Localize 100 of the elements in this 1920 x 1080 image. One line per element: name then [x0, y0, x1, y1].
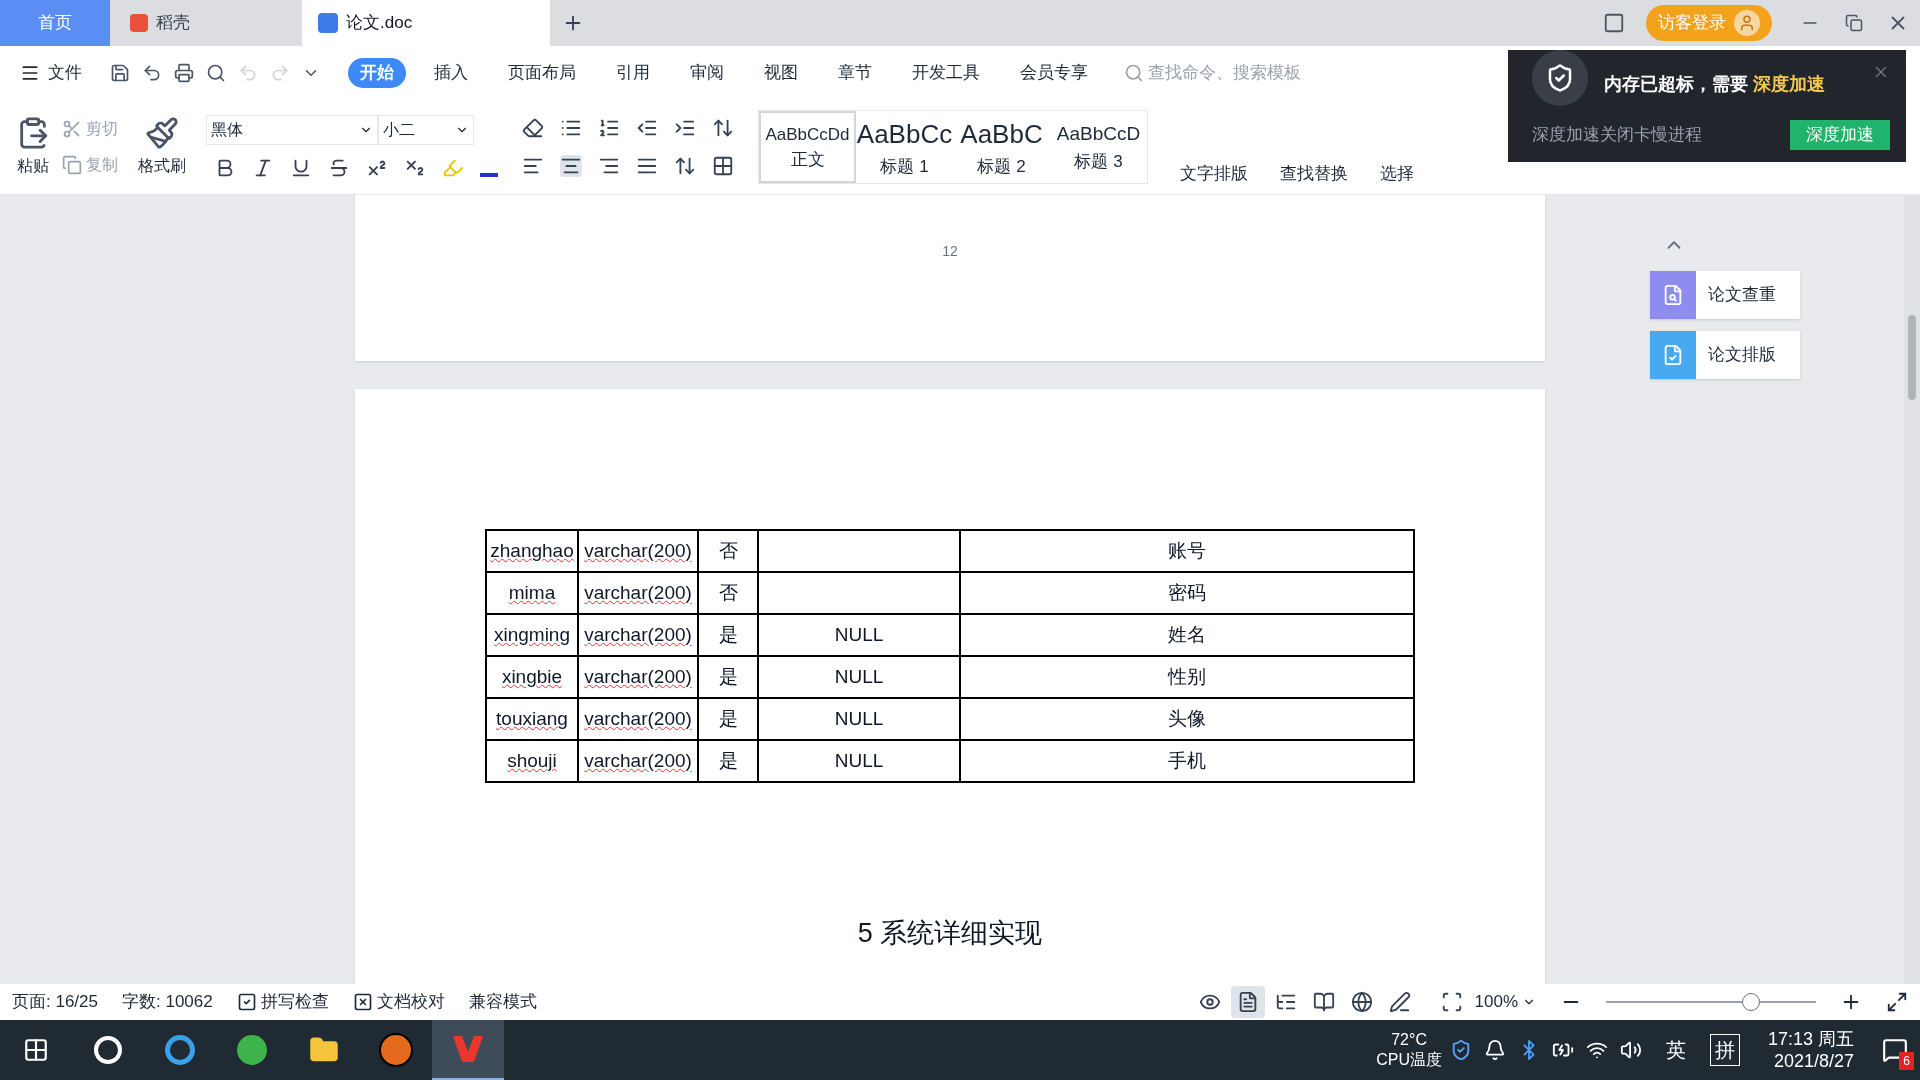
- word-count[interactable]: 字数: 10062: [122, 989, 213, 1015]
- style-preset[interactable]: AaBbCcDd 正文: [759, 111, 856, 183]
- table-cell: NULL: [758, 740, 960, 782]
- table-cell: NULL: [758, 656, 960, 698]
- copy-icon: [62, 155, 82, 175]
- table-cell: zhanghao: [486, 530, 578, 572]
- fullscreen-icon[interactable]: [1886, 991, 1908, 1013]
- document-icon: [318, 13, 338, 33]
- x-box-icon: [352, 992, 373, 1012]
- side-panel-button[interactable]: 论文查重: [1650, 271, 1800, 319]
- document-tab[interactable]: 论文.doc: [302, 0, 550, 46]
- ribbon-tab[interactable]: 会员专享: [1008, 58, 1100, 88]
- paintbrush-icon: [145, 116, 179, 150]
- popup-message: 内存已超标，需要 深度加速: [1604, 72, 1825, 96]
- fit-page-icon[interactable]: [1440, 991, 1463, 1013]
- page-number: 12: [942, 242, 958, 261]
- table-cell: 姓名: [960, 614, 1414, 656]
- table-cell: 否: [698, 572, 758, 614]
- table-cell: varchar(200): [578, 698, 698, 740]
- cpu-temperature: 72°C: [1391, 1030, 1427, 1050]
- ribbon-tab[interactable]: 章节: [826, 58, 884, 88]
- eraser-icon[interactable]: [522, 117, 544, 139]
- checkbox-icon: [236, 992, 257, 1012]
- table-cell: 账号: [960, 530, 1414, 572]
- table-cell: 是: [698, 698, 758, 740]
- ribbon-tab[interactable]: 引用: [604, 58, 662, 88]
- avatar-icon: [1734, 10, 1760, 36]
- table-cell: 手机: [960, 740, 1414, 782]
- flame-icon: [130, 14, 148, 32]
- page-view-icon[interactable]: [1230, 986, 1265, 1018]
- print-icon[interactable]: [174, 63, 194, 83]
- table-cell: 是: [698, 656, 758, 698]
- underline-icon[interactable]: [290, 157, 312, 179]
- table-cell: varchar(200): [578, 530, 698, 572]
- table-cell: varchar(200): [578, 740, 698, 782]
- sort-icon[interactable]: [712, 117, 734, 139]
- ribbon-tool[interactable]: 文字排版: [1180, 160, 1248, 186]
- compatibility-mode: 兼容模式: [468, 991, 537, 1014]
- proofread-button[interactable]: 文档校对: [352, 989, 445, 1015]
- table-cell: touxiang: [486, 698, 578, 740]
- borders-icon[interactable]: [712, 155, 734, 177]
- slider-thumb[interactable]: [1741, 993, 1760, 1011]
- table-cell: mima: [486, 572, 578, 614]
- table-cell: 密码: [960, 572, 1414, 614]
- table-cell: xingbie: [486, 656, 578, 698]
- spell-check-button[interactable]: 拼写检查: [236, 989, 329, 1015]
- ribbon-tab[interactable]: 插入: [422, 58, 480, 88]
- scissors-icon: [62, 119, 82, 139]
- table-cell: varchar(200): [578, 656, 698, 698]
- font-dropdown[interactable]: 黑体: [206, 115, 378, 145]
- table-cell: varchar(200): [578, 572, 698, 614]
- cpu-temperature-label: CPU温度: [1376, 1050, 1442, 1070]
- table-cell: varchar(200): [578, 614, 698, 656]
- search-icon: [1124, 63, 1144, 83]
- page-counter[interactable]: 页面: 16/25: [12, 989, 98, 1015]
- menu-icon: [20, 63, 40, 83]
- table-cell: xingming: [486, 614, 578, 656]
- table-cell: NULL: [758, 698, 960, 740]
- ribbon-tab[interactable]: 审阅: [678, 58, 736, 88]
- print-preview-icon[interactable]: [206, 63, 226, 83]
- ribbon-tab[interactable]: 开发工具: [900, 58, 992, 88]
- table-cell: 是: [698, 740, 758, 782]
- table-cell: NULL: [758, 614, 960, 656]
- file-menu[interactable]: 文件: [20, 60, 82, 86]
- table-cell: shouji: [486, 740, 578, 782]
- action-center-icon[interactable]: [1882, 1037, 1908, 1063]
- command-search-field[interactable]: 查找命令、搜索模板: [1124, 60, 1338, 86]
- table-cell: 头像: [960, 698, 1414, 740]
- system-clock[interactable]: 17:13 周五 2021/8/27: [1767, 1027, 1854, 1073]
- font-size-dropdown[interactable]: 小二: [378, 115, 474, 145]
- notification-badge: 6: [1899, 1052, 1914, 1070]
- save-icon[interactable]: [110, 63, 130, 83]
- ribbon-tool[interactable]: 选择: [1380, 160, 1414, 186]
- zoom-slider[interactable]: [1606, 992, 1816, 1012]
- scrollbar[interactable]: [1904, 195, 1920, 984]
- popup-subtext: 深度加速关闭卡慢进程: [1532, 124, 1702, 147]
- check-document-icon: [1650, 331, 1696, 379]
- line-spacing-icon[interactable]: [674, 155, 696, 177]
- wps-taskbar-icon[interactable]: [432, 1020, 504, 1080]
- section-heading: 5 系统详细实现: [857, 917, 1043, 950]
- notification-bell-icon[interactable]: [1483, 1039, 1506, 1061]
- ribbon-tab[interactable]: 视图: [752, 58, 810, 88]
- format-painter-button[interactable]: 格式刷: [138, 116, 186, 178]
- style-preset[interactable]: AaBbC 标题 2: [953, 111, 1050, 183]
- table-cell: 是: [698, 614, 758, 656]
- search-document-icon: [1650, 271, 1696, 319]
- align-center-icon[interactable]: [560, 155, 582, 177]
- style-preset[interactable]: AaBbCc 标题 1: [856, 111, 953, 183]
- input-language[interactable]: 英: [1665, 1035, 1686, 1065]
- paste-button[interactable]: 粘贴: [16, 116, 50, 178]
- volume-icon[interactable]: [1619, 1039, 1642, 1061]
- ribbon-tool[interactable]: 查找替换: [1280, 160, 1348, 186]
- table-cell: 否: [698, 530, 758, 572]
- ribbon-tab[interactable]: 页面布局: [496, 58, 588, 88]
- zoom-dropdown[interactable]: 100%: [1474, 989, 1536, 1015]
- style-preset[interactable]: AaBbCcD 标题 3: [1050, 111, 1147, 183]
- input-mode[interactable]: 拼: [1709, 1034, 1740, 1066]
- numbered-list-icon[interactable]: [598, 117, 620, 139]
- strikethrough-icon[interactable]: [328, 157, 350, 179]
- side-panel-button[interactable]: 论文排版: [1650, 331, 1800, 379]
